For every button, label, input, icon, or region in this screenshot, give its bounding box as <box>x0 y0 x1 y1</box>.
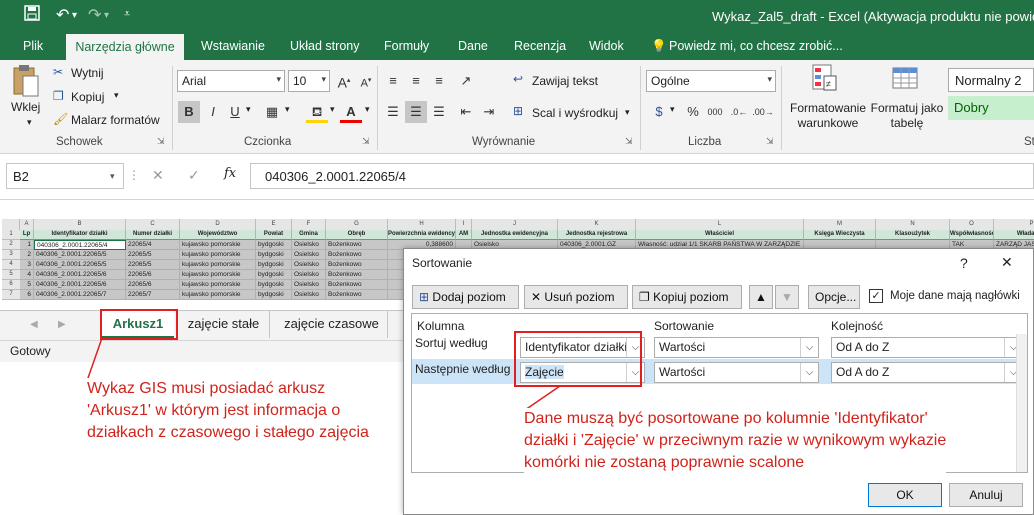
annotation-line: komórki nie zostaną poprawnie scalone <box>524 454 805 471</box>
annotation-arrow-left <box>87 337 103 379</box>
annotation-right: Dane muszą być posortowane po kolumnie '… <box>524 408 947 474</box>
annotation-line: Wykaz GIS musi posiadać arkusz <box>87 380 326 397</box>
annotation-arrow-right <box>524 385 561 411</box>
annotation-line: działkach z czasowego i stałego zajęcia <box>87 424 369 441</box>
annotation-line: 'Arkusz1' w którym jest informacja o <box>87 402 341 419</box>
annotation-line: działki i 'Zajęcie' w przeciwnym razie w… <box>524 432 947 449</box>
annotation-line: Dane muszą być posortowane po kolumnie '… <box>524 410 928 427</box>
annotation-left: Wykaz GIS musi posiadać arkusz 'Arkusz1'… <box>87 378 369 444</box>
